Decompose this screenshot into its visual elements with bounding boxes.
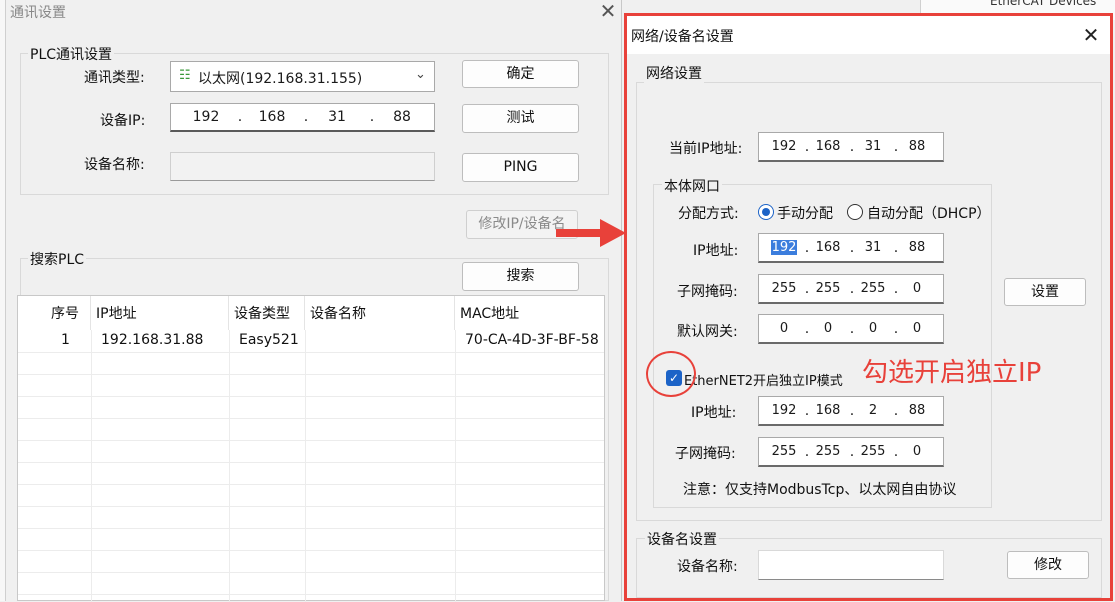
comm-type-select[interactable]: ☷ 以太网(192.168.31.155) ⌄ xyxy=(170,61,435,92)
radio-manual[interactable] xyxy=(758,204,774,220)
network-settings-group-label: 网络设置 xyxy=(644,63,704,83)
ip-octet[interactable]: 168 xyxy=(251,104,293,130)
set-button[interactable]: 设置 xyxy=(1004,278,1086,306)
plc-table[interactable]: 序号 IP地址 设备类型 设备名称 MAC地址 1 192.168.31.88 … xyxy=(17,295,605,602)
ip-label: IP地址: xyxy=(693,243,739,259)
close-icon[interactable]: ✕ xyxy=(594,0,622,22)
column-header-no[interactable]: 序号 xyxy=(46,296,91,330)
device-ip-input[interactable]: 192 . 168 . 31 . 88 xyxy=(170,103,435,132)
gateway-label: 默认网关: xyxy=(677,324,738,340)
cell-mac: 70-CA-4D-3F-BF-58 xyxy=(465,332,599,348)
test-button[interactable]: 测试 xyxy=(462,104,579,133)
ip-dot: . xyxy=(303,109,309,125)
ip-octet[interactable]: 255 xyxy=(856,438,890,465)
ip-octet[interactable]: 0 xyxy=(811,315,845,342)
annotation-circle xyxy=(646,351,696,397)
gateway-input[interactable]: 0 . 0 . 0 . 0 xyxy=(758,314,944,344)
device-ip-label: 设备IP: xyxy=(100,113,146,129)
ip-octet[interactable]: 31 xyxy=(316,104,358,130)
current-ip-input[interactable]: 192 . 168 . 31 . 88 xyxy=(758,132,944,162)
confirm-button[interactable]: 确定 xyxy=(462,60,579,88)
network-icon: ☷ xyxy=(179,68,191,83)
column-header-ip[interactable]: IP地址 xyxy=(91,296,229,330)
modify-button[interactable]: 修改 xyxy=(1007,551,1089,579)
comm-type-value: 以太网(192.168.31.155) xyxy=(198,71,363,87)
cell-ip: 192.168.31.88 xyxy=(101,332,204,348)
alloc-label: 分配方式: xyxy=(678,206,739,222)
ip-octet[interactable]: 192 xyxy=(185,104,227,130)
ip-octet[interactable]: 0 xyxy=(900,275,934,302)
column-header-type[interactable]: 设备类型 xyxy=(229,296,305,330)
radio-manual-label[interactable]: 手动分配 xyxy=(777,203,833,223)
ip-octet[interactable]: 0 xyxy=(767,315,801,342)
eth2-ip-label: IP地址: xyxy=(691,405,737,421)
device-name-input[interactable] xyxy=(758,550,944,580)
device-name-label: 设备名称: xyxy=(84,157,145,173)
subnet-input[interactable]: 255 . 255 . 255 . 0 xyxy=(758,274,944,304)
eth2-subnet-input[interactable]: 255 . 255 . 255 . 0 xyxy=(758,437,944,467)
ip-octet[interactable]: 0 xyxy=(900,315,934,342)
ip-octet[interactable]: 0 xyxy=(900,438,934,465)
eth2-ip-input[interactable]: 192 . 168 . 2 . 88 xyxy=(758,396,944,426)
comm-type-label: 通讯类型: xyxy=(84,70,145,86)
current-ip-label: 当前IP地址: xyxy=(669,141,743,157)
cell-type: Easy521 xyxy=(239,332,299,348)
device-name-label: 设备名称: xyxy=(677,559,738,575)
local-port-group-label: 本体网口 xyxy=(662,176,722,196)
ip-dot: . xyxy=(237,109,243,125)
ip-octet[interactable]: 88 xyxy=(900,133,934,160)
device-name-group-label: 设备名设置 xyxy=(645,529,719,549)
ip-octet[interactable]: 0 xyxy=(856,315,890,342)
ping-button[interactable]: PING xyxy=(462,153,579,182)
plc-comm-group-label: PLC通讯设置 xyxy=(28,44,115,64)
ip-octet[interactable]: 255 xyxy=(811,438,845,465)
radio-auto-label[interactable]: 自动分配（DHCP） xyxy=(867,203,991,223)
device-name-input xyxy=(170,152,435,181)
eth2-subnet-label: 子网掩码: xyxy=(675,446,736,462)
cell-no: 1 xyxy=(61,332,70,348)
chevron-down-icon: ⌄ xyxy=(415,67,426,82)
ip-octet[interactable]: 255 xyxy=(811,275,845,302)
ip-octet[interactable]: 255 xyxy=(767,275,801,302)
ethernet2-checkbox-label[interactable]: EtherNET2开启独立IP模式 xyxy=(684,370,843,389)
ip-octet[interactable]: 31 xyxy=(856,133,890,160)
ip-octet[interactable]: 192 xyxy=(767,397,801,424)
ip-octet[interactable]: 168 xyxy=(811,397,845,424)
tree-item-ethercat-devices[interactable]: EtherCAT Devices xyxy=(990,0,1096,8)
ip-octet[interactable]: 88 xyxy=(900,234,934,261)
radio-auto[interactable] xyxy=(847,204,863,220)
support-note: 注意：仅支持ModbusTcp、以太网自由协议 xyxy=(683,482,957,498)
ip-octet[interactable]: 168 xyxy=(811,133,845,160)
ip-dot: . xyxy=(369,109,375,125)
ip-octet[interactable]: 255 xyxy=(767,438,801,465)
close-icon[interactable]: ✕ xyxy=(1077,22,1105,48)
dialog-title: 网络/设备名设置 xyxy=(631,29,734,45)
ip-input[interactable]: 192 . 168 . 31 . 88 xyxy=(758,233,944,263)
column-header-mac[interactable]: MAC地址 xyxy=(455,296,603,330)
ip-octet[interactable]: 2 xyxy=(856,397,890,424)
search-plc-group-label: 搜索PLC xyxy=(28,249,87,269)
subnet-label: 子网掩码: xyxy=(677,284,738,300)
ip-octet-selected[interactable]: 192 xyxy=(770,240,798,255)
annotation-arrow-icon xyxy=(556,219,626,247)
ip-octet[interactable]: 88 xyxy=(381,104,423,130)
ip-octet[interactable]: 168 xyxy=(811,234,845,261)
column-header-name[interactable]: 设备名称 xyxy=(305,296,455,330)
ip-octet[interactable]: 31 xyxy=(856,234,890,261)
ip-octet[interactable]: 255 xyxy=(856,275,890,302)
annotation-text: 勾选开启独立IP xyxy=(862,358,1042,388)
search-button[interactable]: 搜索 xyxy=(462,262,579,291)
dialog-title: 通讯设置 xyxy=(10,5,66,21)
ip-octet[interactable]: 192 xyxy=(767,133,801,160)
ip-octet[interactable]: 88 xyxy=(900,397,934,424)
network-settings-dialog: 网络/设备名设置 ✕ 网络设置 当前IP地址: 192 . 168 . 31 .… xyxy=(624,13,1113,601)
